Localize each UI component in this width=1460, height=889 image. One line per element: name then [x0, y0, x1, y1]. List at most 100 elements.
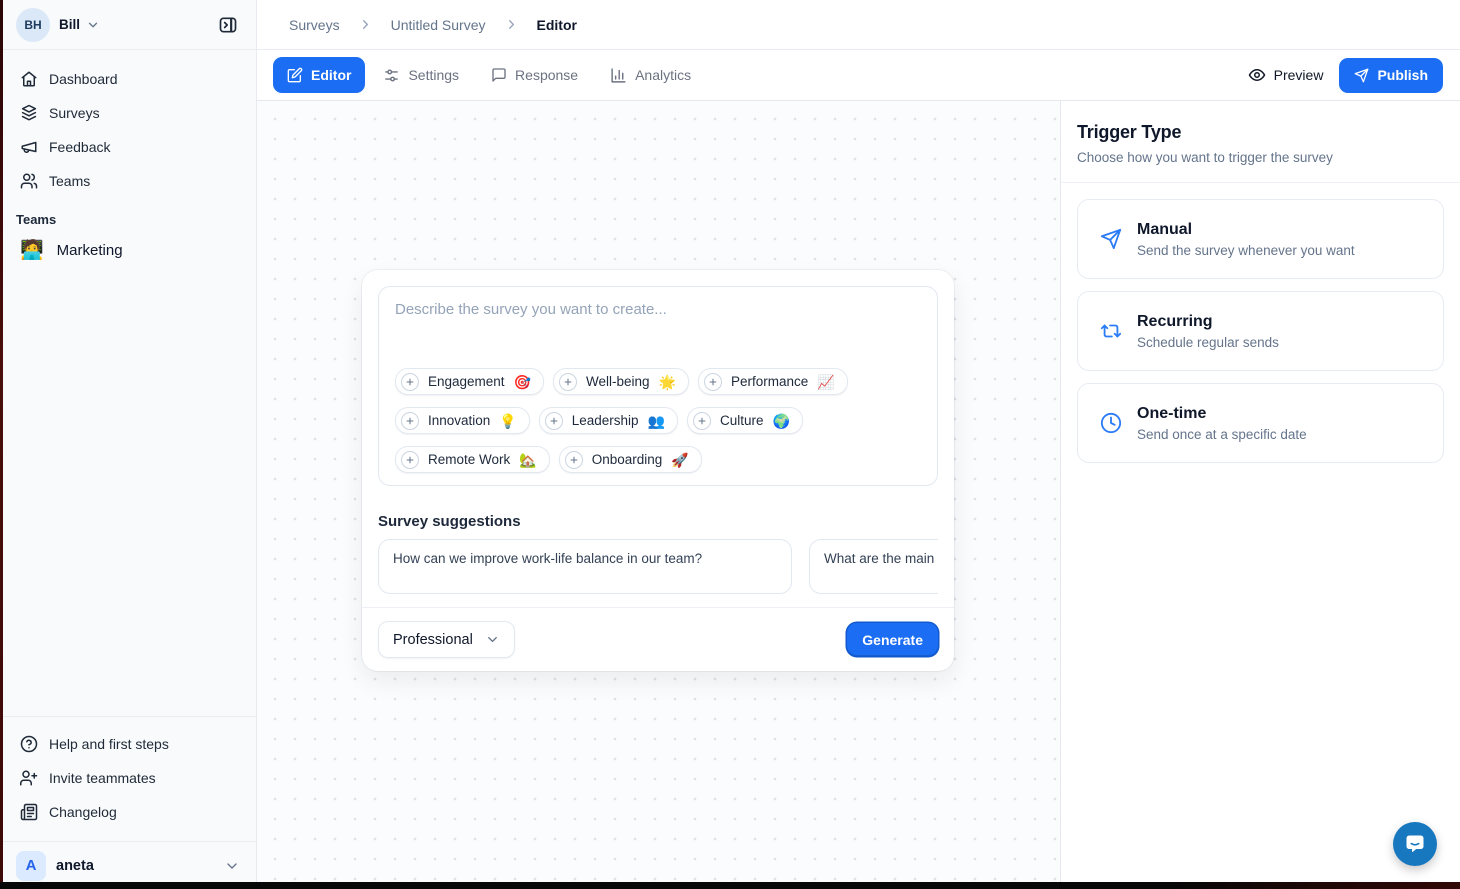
plus-icon — [559, 373, 577, 391]
sidebar-item-label: Teams — [49, 173, 90, 189]
topic-chip-onboarding[interactable]: Onboarding 🚀 — [559, 446, 702, 473]
trigger-option-recurring[interactable]: Recurring Schedule regular sends — [1077, 291, 1444, 371]
suggestion-card[interactable]: What are the main ob — [809, 539, 938, 594]
trigger-option-one-time[interactable]: One-time Send once at a specific date — [1077, 383, 1444, 463]
breadcrumb-editor: Editor — [537, 17, 577, 33]
topic-chip-well-being[interactable]: Well-being 🌟 — [553, 368, 689, 395]
option-description: Send the survey whenever you want — [1137, 243, 1355, 258]
bulb-emoji-icon: 💡 — [499, 414, 516, 428]
sidebar-collapse-icon[interactable] — [214, 11, 242, 39]
sliders-icon — [383, 67, 400, 84]
panel-subtitle: Choose how you want to trigger the surve… — [1077, 150, 1444, 165]
plus-icon — [401, 451, 419, 469]
tab-label: Editor — [311, 67, 351, 83]
breadcrumb: Surveys Untitled Survey Editor — [257, 0, 1460, 50]
chevron-right-icon — [358, 17, 373, 32]
rocket-emoji-icon: 🚀 — [671, 453, 688, 467]
breadcrumb-surveys[interactable]: Surveys — [289, 17, 340, 33]
tab-analytics[interactable]: Analytics — [596, 57, 705, 93]
topic-chip-culture[interactable]: Culture 🌍 — [687, 407, 803, 434]
topic-chip-performance[interactable]: Performance 📈 — [698, 368, 848, 395]
sidebar-item-help[interactable]: Help and first steps — [10, 727, 246, 761]
plus-icon — [565, 451, 583, 469]
sidebar-spacer — [0, 269, 256, 716]
window-left-edge — [0, 0, 3, 889]
editor-canvas[interactable]: Describe the survey you want to create..… — [257, 101, 1060, 889]
send-icon — [1354, 68, 1369, 83]
edit-icon — [287, 67, 303, 83]
message-icon — [491, 67, 507, 83]
topic-chip-leadership[interactable]: Leadership 👥 — [539, 407, 678, 434]
technologist-emoji-icon: 🧑‍💻 — [20, 241, 44, 260]
chevron-down-icon — [485, 632, 500, 647]
chip-label: Culture — [720, 413, 764, 428]
trigger-option-text: One-time Send once at a specific date — [1137, 405, 1307, 442]
chip-label: Engagement — [428, 374, 505, 389]
star-emoji-icon: 🌟 — [659, 375, 676, 389]
target-emoji-icon: 🎯 — [514, 375, 531, 389]
option-description: Schedule regular sends — [1137, 335, 1279, 350]
sidebar-item-label: Help and first steps — [49, 736, 169, 752]
app-window: BH Bill Dashboard Surveys — [0, 0, 1460, 889]
chip-label: Onboarding — [592, 452, 663, 467]
trigger-options: Manual Send the survey whenever you want… — [1061, 183, 1460, 479]
workspace-name: Bill — [59, 17, 80, 32]
users-icon — [20, 172, 38, 190]
megaphone-icon — [20, 138, 38, 156]
tab-label: Analytics — [635, 67, 691, 83]
tab-response[interactable]: Response — [477, 57, 592, 93]
chevron-down-icon — [86, 18, 100, 32]
chat-launcher-button[interactable] — [1393, 822, 1437, 866]
workspace-switcher[interactable]: BH Bill — [0, 0, 256, 50]
option-description: Send once at a specific date — [1137, 427, 1307, 442]
sidebar: BH Bill Dashboard Surveys — [0, 0, 257, 889]
suggestion-card[interactable]: How can we improve work-life balance in … — [378, 539, 792, 594]
generate-button[interactable]: Generate — [847, 623, 938, 656]
sidebar-nav: Dashboard Surveys Feedback Teams — [0, 50, 256, 198]
clock-icon — [1100, 412, 1122, 434]
teams-section-label: Teams — [0, 198, 256, 231]
sidebar-item-marketing[interactable]: 🧑‍💻 Marketing — [0, 231, 256, 269]
sidebar-item-label: Surveys — [49, 105, 100, 121]
survey-prompt-input[interactable]: Describe the survey you want to create..… — [378, 286, 938, 486]
trigger-option-text: Manual Send the survey whenever you want — [1137, 221, 1355, 258]
sidebar-item-feedback[interactable]: Feedback — [10, 130, 246, 164]
toolbar-actions: Preview Publish — [1248, 58, 1443, 93]
sidebar-item-changelog[interactable]: Changelog — [10, 795, 246, 829]
user-plus-icon — [20, 769, 38, 787]
account-avatar: A — [16, 851, 46, 881]
tab-editor[interactable]: Editor — [273, 57, 365, 93]
main-area: Surveys Untitled Survey Editor Editor — [257, 0, 1460, 889]
team-name: Marketing — [57, 242, 123, 259]
trigger-option-manual[interactable]: Manual Send the survey whenever you want — [1077, 199, 1444, 279]
sidebar-item-surveys[interactable]: Surveys — [10, 96, 246, 130]
chip-label: Innovation — [428, 413, 490, 428]
prompt-placeholder: Describe the survey you want to create..… — [395, 301, 921, 318]
tone-select[interactable]: Professional — [378, 621, 515, 658]
tab-settings[interactable]: Settings — [369, 57, 473, 93]
publish-button[interactable]: Publish — [1339, 58, 1443, 93]
house-emoji-icon: 🏡 — [519, 453, 536, 467]
option-title: One-time — [1137, 405, 1307, 423]
chip-label: Remote Work — [428, 452, 510, 467]
publish-label: Publish — [1377, 67, 1428, 83]
sidebar-item-dashboard[interactable]: Dashboard — [10, 62, 246, 96]
plus-icon — [401, 412, 419, 430]
sidebar-footer-nav: Help and first steps Invite teammates Ch… — [0, 716, 256, 833]
plus-icon — [704, 373, 722, 391]
topic-chip-innovation[interactable]: Innovation 💡 — [395, 407, 530, 434]
option-title: Manual — [1137, 221, 1355, 239]
tab-label: Response — [515, 67, 578, 83]
eye-icon — [1248, 66, 1266, 84]
sidebar-item-teams[interactable]: Teams — [10, 164, 246, 198]
topic-chip-remote-work[interactable]: Remote Work 🏡 — [395, 446, 550, 473]
suggestions-heading: Survey suggestions — [378, 513, 938, 530]
breadcrumb-untitled-survey[interactable]: Untitled Survey — [391, 17, 486, 33]
sidebar-item-invite[interactable]: Invite teammates — [10, 761, 246, 795]
preview-label: Preview — [1274, 67, 1324, 83]
layers-icon — [20, 104, 38, 122]
preview-button[interactable]: Preview — [1248, 66, 1324, 84]
globe-emoji-icon: 🌍 — [773, 414, 790, 428]
topic-chip-engagement[interactable]: Engagement 🎯 — [395, 368, 544, 395]
workspace-avatar: BH — [16, 8, 50, 42]
